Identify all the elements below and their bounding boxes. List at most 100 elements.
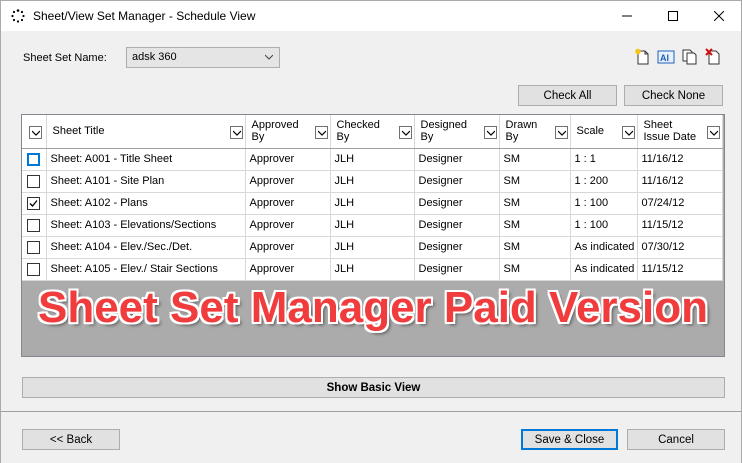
row-checkbox-cell: [22, 236, 47, 259]
cell-designed[interactable]: Designer: [414, 258, 500, 281]
minimize-button[interactable]: [604, 1, 650, 31]
delete-sheet-icon[interactable]: [705, 48, 723, 66]
select-all-header[interactable]: [22, 115, 47, 149]
table-row[interactable]: Sheet: A001 - Title Sheet Approver JLH Desi…: [22, 148, 723, 171]
column-filter-dropdown[interactable]: [554, 126, 568, 139]
cell-checked[interactable]: JLH: [330, 192, 415, 215]
text-field-icon[interactable]: AI: [657, 48, 675, 66]
cell-scale[interactable]: As indicated: [570, 258, 638, 281]
cell-checked[interactable]: JLH: [330, 170, 415, 193]
column-header-drawn-by[interactable]: Drawn By: [499, 115, 571, 149]
row-checkbox[interactable]: [27, 240, 41, 254]
cell-issue[interactable]: 11/15/12: [637, 258, 723, 281]
column-header-sheet-issue-date[interactable]: Sheet Issue Date: [637, 115, 723, 149]
cell-designed[interactable]: Designer: [414, 148, 500, 171]
column-header-sheet-title[interactable]: Sheet Title: [46, 115, 246, 149]
row-checkbox[interactable]: [27, 196, 41, 210]
cell-approved[interactable]: Approver: [245, 170, 331, 193]
cell-checked[interactable]: JLH: [330, 214, 415, 237]
sheet-set-name-dropdown[interactable]: adsk 360: [126, 47, 280, 68]
cell-designed[interactable]: Designer: [414, 192, 500, 215]
cell-scale[interactable]: As indicated: [570, 236, 638, 259]
row-checkbox-cell: [22, 214, 47, 237]
cell-designed[interactable]: Designer: [414, 214, 500, 237]
cell-checked[interactable]: JLH: [330, 148, 415, 171]
column-filter-dropdown[interactable]: [398, 126, 412, 139]
cell-designed[interactable]: Designer: [414, 236, 500, 259]
table-row[interactable]: Sheet: A101 - Site Plan Approver JLH Design…: [22, 170, 723, 193]
cancel-button[interactable]: Cancel: [627, 429, 725, 450]
cell-approved[interactable]: Approver: [245, 258, 331, 281]
sheet-set-name-value: adsk 360: [132, 51, 177, 63]
cell-approved[interactable]: Approver: [245, 148, 331, 171]
check-all-button[interactable]: Check All: [518, 85, 617, 106]
copy-sheet-icon[interactable]: [681, 48, 699, 66]
check-none-button[interactable]: Check None: [624, 85, 723, 106]
cell-designed[interactable]: Designer: [414, 170, 500, 193]
cell-drawn[interactable]: SM: [499, 236, 571, 259]
chevron-down-icon: [232, 130, 241, 136]
cell-issue[interactable]: 11/16/12: [637, 148, 723, 171]
cell-issue[interactable]: 11/15/12: [637, 214, 723, 237]
title-bar: Sheet/View Set Manager - Schedule View: [1, 1, 741, 31]
maximize-icon: [668, 11, 678, 21]
window-title: Sheet/View Set Manager - Schedule View: [33, 9, 256, 23]
cell-approved[interactable]: Approver: [245, 192, 331, 215]
column-filter-dropdown[interactable]: [621, 126, 635, 139]
maximize-button[interactable]: [650, 1, 696, 31]
table-row[interactable]: Sheet: A104 - Elev./Sec./Det. Approver JLH…: [22, 236, 723, 259]
cell-title[interactable]: Sheet: A103 - Elevations/Sections: [46, 214, 246, 237]
cell-approved[interactable]: Approver: [245, 236, 331, 259]
back-button[interactable]: << Back: [22, 429, 120, 450]
column-filter-dropdown[interactable]: [229, 126, 243, 139]
cell-title[interactable]: Sheet: A001 - Title Sheet: [46, 148, 246, 171]
row-checkbox[interactable]: [27, 262, 41, 276]
cell-drawn[interactable]: SM: [499, 170, 571, 193]
cell-title[interactable]: Sheet: A104 - Elev./Sec./Det.: [46, 236, 246, 259]
app-loading-icon: [11, 9, 25, 23]
cell-drawn[interactable]: SM: [499, 148, 571, 171]
close-button[interactable]: [696, 1, 742, 31]
minimize-icon: [622, 15, 632, 17]
table-row[interactable]: Sheet: A105 - Elev./ Stair Sections Appro…: [22, 258, 723, 281]
row-checkbox-cell: [22, 258, 47, 281]
table-row[interactable]: Sheet: A102 - Plans Approver JLH Designer SM…: [22, 192, 723, 215]
column-header-designed-by[interactable]: Designed By: [414, 115, 500, 149]
new-sheet-icon[interactable]: [634, 48, 652, 66]
save-close-button[interactable]: Save & Close: [521, 429, 618, 450]
column-header-scale[interactable]: Scale: [570, 115, 638, 149]
cell-checked[interactable]: JLH: [330, 236, 415, 259]
column-header-approved-by[interactable]: Approved By: [245, 115, 331, 149]
cell-scale[interactable]: 1 : 1: [570, 148, 638, 171]
cell-title[interactable]: Sheet: A105 - Elev./ Stair Sections: [46, 258, 246, 281]
checkmark-icon: [29, 199, 38, 207]
column-filter-dropdown[interactable]: [314, 126, 328, 139]
show-basic-view-button[interactable]: Show Basic View: [22, 377, 725, 398]
cell-checked[interactable]: JLH: [330, 258, 415, 281]
cell-drawn[interactable]: SM: [499, 214, 571, 237]
table-row[interactable]: Sheet: A103 - Elevations/Sections Approve…: [22, 214, 723, 237]
chevron-down-icon: [317, 130, 326, 136]
row-checkbox[interactable]: [27, 152, 41, 166]
schedule-grid: Sheet Title Approved By Checked By Designe…: [21, 114, 725, 357]
cell-issue[interactable]: 07/24/12: [637, 192, 723, 215]
cell-drawn[interactable]: SM: [499, 192, 571, 215]
chevron-down-icon: [557, 130, 566, 136]
cell-approved[interactable]: Approver: [245, 214, 331, 237]
row-checkbox-cell: [22, 148, 47, 171]
column-filter-dropdown[interactable]: [483, 126, 497, 139]
cell-drawn[interactable]: SM: [499, 258, 571, 281]
column-header-checked-by[interactable]: Checked By: [330, 115, 415, 149]
cell-issue[interactable]: 07/30/12: [637, 236, 723, 259]
cell-title[interactable]: Sheet: A102 - Plans: [46, 192, 246, 215]
cell-scale[interactable]: 1 : 100: [570, 214, 638, 237]
row-checkbox[interactable]: [27, 174, 41, 188]
cell-scale[interactable]: 1 : 200: [570, 170, 638, 193]
header-dropdown[interactable]: [28, 126, 42, 139]
column-filter-dropdown[interactable]: [706, 126, 720, 139]
cell-title[interactable]: Sheet: A101 - Site Plan: [46, 170, 246, 193]
chevron-down-icon: [624, 130, 633, 136]
row-checkbox[interactable]: [27, 218, 41, 232]
cell-scale[interactable]: 1 : 100: [570, 192, 638, 215]
cell-issue[interactable]: 11/16/12: [637, 170, 723, 193]
